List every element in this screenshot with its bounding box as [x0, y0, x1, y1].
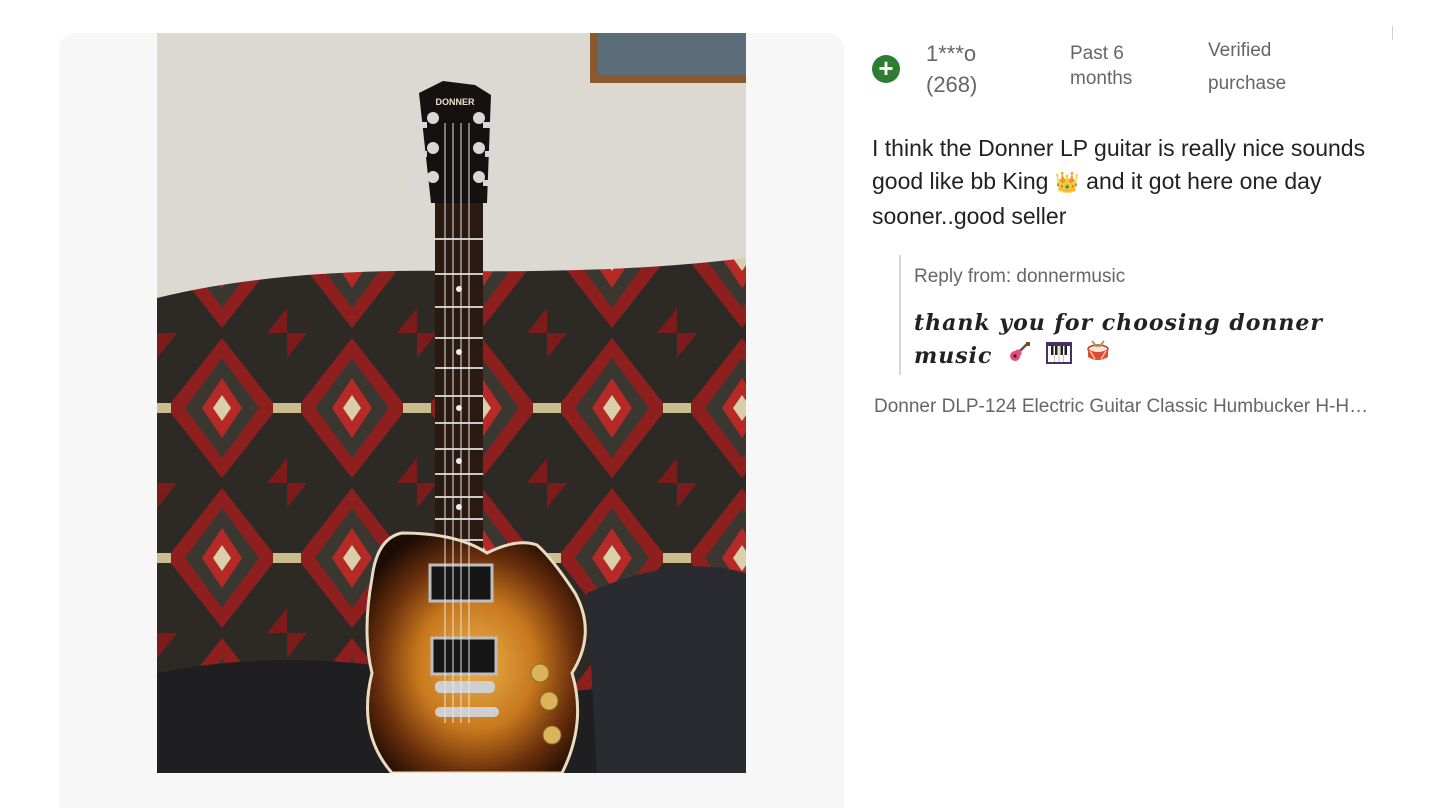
guitar-photo-image: DONNER — [157, 33, 746, 773]
review-photo-panel[interactable]: DONNER — [59, 33, 844, 808]
review-time: Past 6 — [1070, 43, 1124, 64]
verified-badge-cont: purchase — [1208, 73, 1287, 94]
review-body: I think the Donner LP guitar is really n… — [872, 132, 1392, 233]
drum-emoji-icon — [1086, 340, 1110, 374]
reply-message: thank you for choosing donner music — [914, 310, 1323, 369]
plus-circle-icon[interactable]: + — [872, 55, 900, 83]
seller-reply: Reply from: donnermusic thank you for ch… — [899, 255, 1371, 375]
reviewer-name: 1***o — [926, 41, 977, 66]
headstock-logo: DONNER — [435, 97, 475, 107]
verified-badge: Verified — [1208, 40, 1272, 61]
review-time-cont: months — [1070, 68, 1133, 89]
product-link[interactable]: Donner DLP-124 Electric Guitar Classic H… — [874, 394, 1394, 420]
guitar-emoji-icon — [1007, 340, 1031, 374]
reply-text: thank you for choosing donner music — [914, 307, 1354, 374]
review-meta: + 1***o (268) Past 6 months Verified pur… — [872, 36, 1394, 116]
review-photo[interactable]: DONNER — [157, 33, 746, 773]
divider — [1392, 26, 1393, 40]
piano-emoji-icon — [1045, 341, 1072, 374]
reviewer-review-count: (268) — [926, 72, 978, 97]
review-card: + 1***o (268) Past 6 months Verified pur… — [872, 36, 1394, 116]
reply-from-label: Reply from: donnermusic — [914, 266, 1126, 287]
crown-emoji-icon: 👑 — [1054, 172, 1080, 194]
